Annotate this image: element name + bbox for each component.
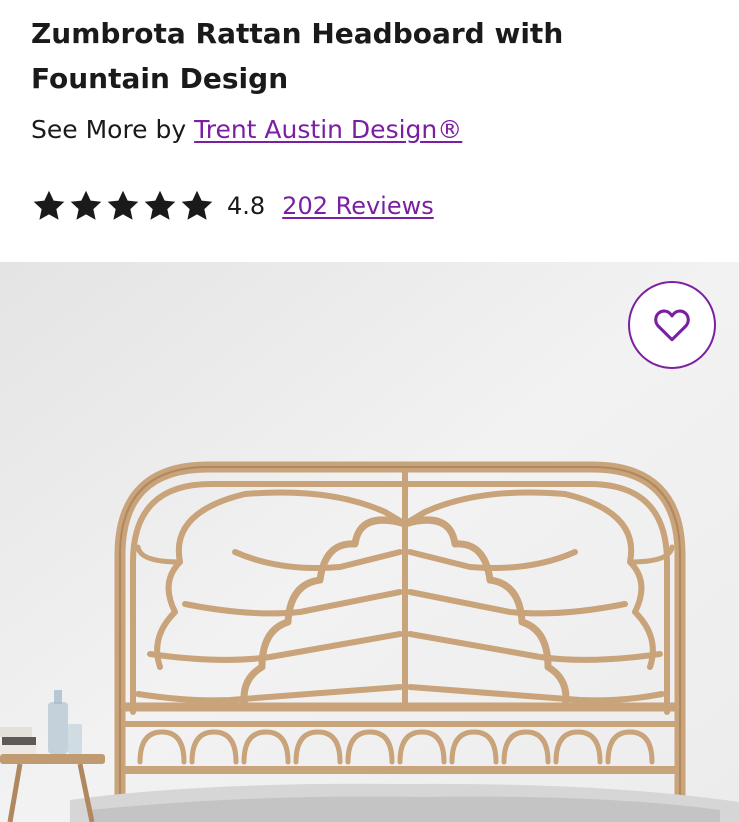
rating-row: 4.8 202 Reviews bbox=[31, 186, 434, 226]
see-more-prefix: See More by bbox=[31, 115, 187, 144]
heart-outline-icon bbox=[654, 309, 690, 342]
star-icon bbox=[144, 190, 176, 220]
rating-value: 4.8 bbox=[227, 192, 266, 220]
star-icon bbox=[107, 190, 139, 220]
star-icon bbox=[33, 190, 65, 220]
product-photo[interactable] bbox=[0, 262, 739, 822]
rating-stars bbox=[31, 188, 215, 224]
see-more-line: See More by Trent Austin Design® bbox=[31, 110, 462, 150]
product-page: Zumbrota Rattan Headboard with Fountain … bbox=[0, 0, 739, 822]
product-title: Zumbrota Rattan Headboard with Fountain … bbox=[31, 17, 564, 95]
favorite-button[interactable] bbox=[628, 281, 716, 369]
star-icon bbox=[181, 190, 213, 220]
star-icon bbox=[70, 190, 102, 220]
brand-link[interactable]: Trent Austin Design® bbox=[194, 115, 462, 144]
reviews-link[interactable]: 202 Reviews bbox=[282, 192, 434, 220]
